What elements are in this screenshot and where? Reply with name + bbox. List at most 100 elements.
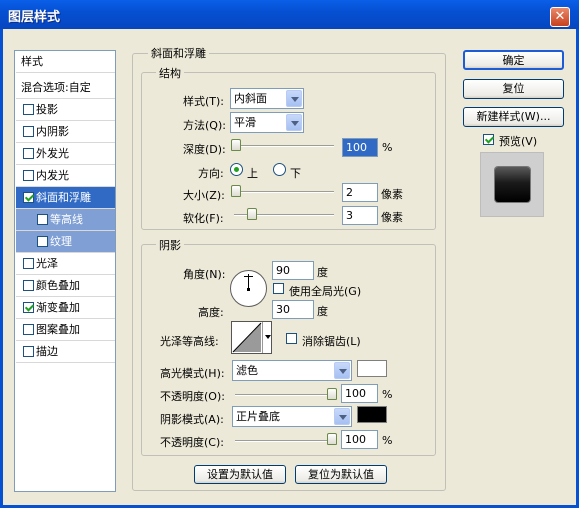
highlight-opacity-input[interactable]: 100 [341, 384, 378, 403]
soften-unit: 像素 [381, 211, 403, 224]
chevron-down-icon [286, 90, 302, 107]
depth-slider-thumb[interactable] [231, 139, 241, 151]
technique-value: 平滑 [234, 116, 256, 129]
style-checkbox[interactable] [23, 192, 34, 203]
global-light-checkbox[interactable] [273, 283, 284, 294]
style-list-item[interactable]: 等高线 [16, 209, 115, 231]
preview-box [480, 152, 544, 217]
style-list-item[interactable]: 内发光 [16, 165, 115, 187]
shadow-opacity-label: 不透明度(C): [160, 436, 224, 449]
depth-input[interactable]: 100 [342, 138, 378, 157]
style-list-label: 颜色叠加 [36, 279, 80, 292]
style-list-label: 渐变叠加 [36, 301, 80, 314]
antialias-checkbox[interactable] [286, 333, 297, 344]
style-list-item[interactable]: 描边 [16, 341, 115, 363]
size-slider[interactable] [234, 191, 334, 193]
style-list-label: 外发光 [36, 147, 69, 160]
preview-swatch [495, 167, 530, 202]
reset-default-button[interactable]: 复位为默认值 [295, 465, 387, 484]
angle-dial[interactable] [230, 270, 267, 307]
highlight-opacity-unit: % [382, 388, 393, 401]
global-light-label: 使用全局光(G) [289, 285, 362, 298]
soften-slider-thumb[interactable] [247, 208, 257, 220]
reset-button[interactable]: 复位 [463, 79, 564, 99]
gloss-contour-dropdown[interactable] [262, 322, 271, 353]
direction-down-radio[interactable] [273, 163, 286, 176]
soften-input[interactable]: 3 [342, 206, 378, 225]
size-unit: 像素 [381, 188, 403, 201]
new-style-button[interactable]: 新建样式(W)... [463, 107, 564, 127]
style-checkbox[interactable] [37, 214, 48, 225]
style-list-label: 描边 [36, 345, 58, 358]
style-list-label: 图案叠加 [36, 323, 80, 336]
gloss-contour-picker[interactable] [231, 321, 272, 354]
style-checkbox[interactable] [23, 324, 34, 335]
style-list-item[interactable]: 颜色叠加 [16, 275, 115, 297]
style-checkbox[interactable] [23, 148, 34, 159]
size-input[interactable]: 2 [342, 183, 378, 202]
style-list-item[interactable]: 斜面和浮雕 [16, 187, 115, 209]
style-checkbox[interactable] [23, 302, 34, 313]
style-list-label: 内发光 [36, 169, 69, 182]
chevron-down-icon [334, 408, 350, 425]
chevron-down-icon [286, 114, 302, 131]
highlight-mode-label: 高光模式(H): [160, 367, 225, 380]
direction-label: 方向: [198, 167, 224, 180]
highlight-color-swatch[interactable] [357, 360, 387, 377]
style-checkbox[interactable] [23, 170, 34, 181]
shadow-mode-value: 正片叠底 [236, 410, 280, 423]
depth-slider[interactable] [234, 145, 334, 147]
style-checkbox[interactable] [23, 280, 34, 291]
style-list-label: 投影 [36, 103, 58, 116]
style-list-label: 等高线 [50, 213, 83, 226]
style-checkbox[interactable] [23, 258, 34, 269]
shadow-mode-select[interactable]: 正片叠底 [232, 406, 352, 427]
depth-unit: % [382, 141, 393, 154]
chevron-down-icon [334, 362, 350, 379]
preview-label: 预览(V) [499, 135, 538, 148]
shadow-mode-label: 阴影模式(A): [160, 413, 224, 426]
style-list-label: 光泽 [36, 257, 58, 270]
style-checkbox[interactable] [37, 236, 48, 247]
style-list-item[interactable]: 纹理 [16, 231, 115, 253]
shadow-opacity-input[interactable]: 100 [341, 430, 378, 449]
style-checkbox[interactable] [23, 126, 34, 137]
contour-preview-icon [232, 322, 262, 353]
highlight-opacity-slider[interactable] [235, 394, 335, 396]
style-value: 内斜面 [234, 92, 267, 105]
chevron-down-icon [265, 335, 271, 339]
style-checkbox[interactable] [23, 346, 34, 357]
close-button[interactable]: ✕ [550, 7, 570, 27]
shadow-color-swatch[interactable] [357, 406, 387, 423]
direction-down-label: 下 [290, 167, 301, 180]
highlight-opacity-thumb[interactable] [327, 388, 337, 400]
technique-select[interactable]: 平滑 [230, 112, 304, 133]
direction-up-radio[interactable] [230, 163, 243, 176]
altitude-unit: 度 [317, 305, 328, 318]
shadow-opacity-unit: % [382, 434, 393, 447]
blend-options-item[interactable]: 混合选项:自定 [16, 77, 115, 99]
style-checkbox[interactable] [23, 104, 34, 115]
shadow-opacity-thumb[interactable] [327, 433, 337, 445]
style-list-item[interactable]: 外发光 [16, 143, 115, 165]
highlight-mode-select[interactable]: 滤色 [232, 360, 352, 381]
style-list-item[interactable]: 内阴影 [16, 121, 115, 143]
preview-checkbox[interactable] [483, 134, 494, 145]
style-select[interactable]: 内斜面 [230, 88, 304, 109]
angle-input[interactable]: 90 [272, 261, 314, 280]
style-list-item[interactable]: 投影 [16, 99, 115, 121]
style-label: 样式(T): [183, 95, 225, 108]
style-list: 样式 混合选项:自定 投影内阴影外发光内发光斜面和浮雕等高线纹理光泽颜色叠加渐变… [14, 50, 116, 492]
altitude-input[interactable]: 30 [272, 300, 314, 319]
shadow-opacity-slider[interactable] [235, 440, 335, 442]
style-list-item[interactable]: 图案叠加 [16, 319, 115, 341]
style-list-item[interactable]: 光泽 [16, 253, 115, 275]
direction-up-label: 上 [247, 167, 258, 180]
ok-button[interactable]: 确定 [463, 50, 564, 70]
style-list-header[interactable]: 样式 [16, 51, 115, 73]
size-slider-thumb[interactable] [231, 185, 241, 197]
set-default-button[interactable]: 设置为默认值 [194, 465, 286, 484]
style-list-label: 纹理 [50, 235, 72, 248]
window-title: 图层样式 [8, 10, 61, 25]
style-list-item[interactable]: 渐变叠加 [16, 297, 115, 319]
